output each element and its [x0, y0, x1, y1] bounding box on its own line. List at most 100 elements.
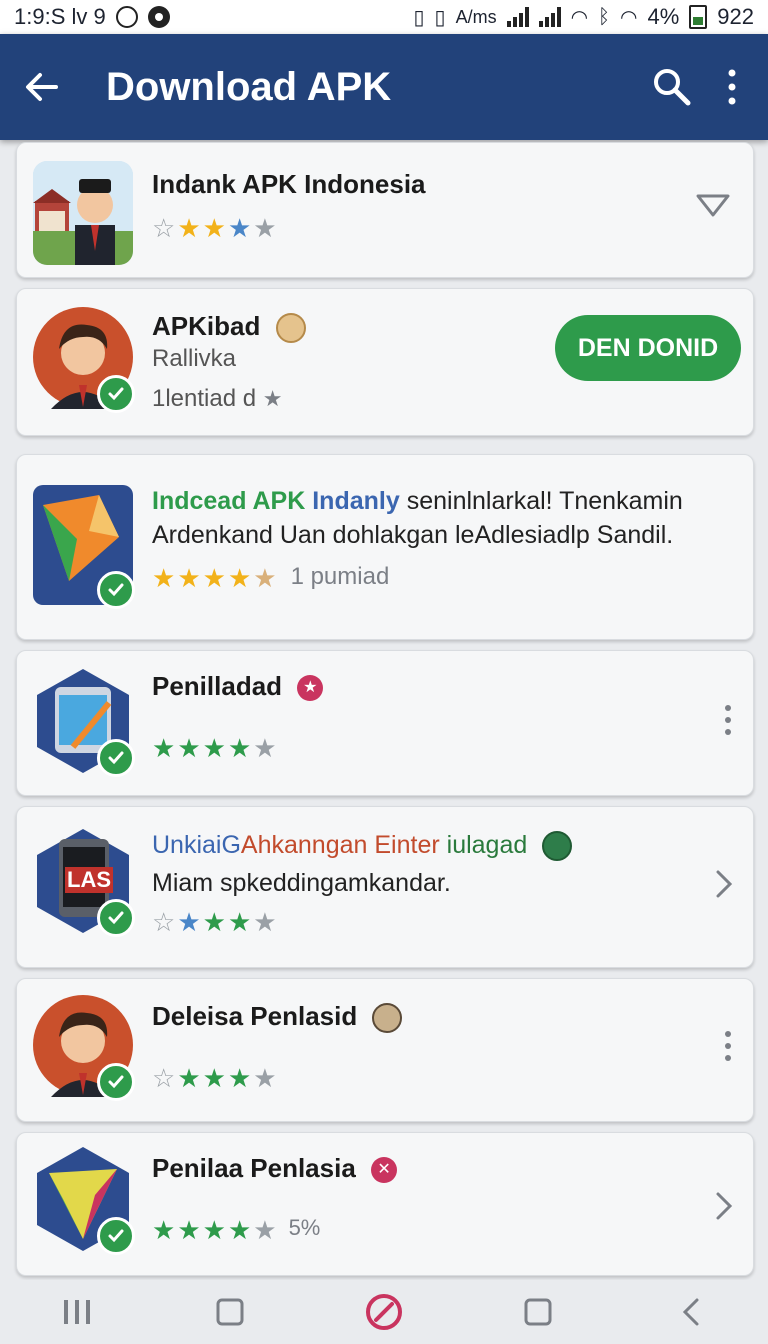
download-button[interactable]: DEN DONID: [555, 315, 741, 381]
person-icon: [33, 161, 133, 265]
app-icon: [33, 485, 135, 609]
star-icon: ★: [177, 733, 201, 763]
back-arrow-icon: [26, 73, 58, 101]
app-card[interactable]: APKibad Rallivka 1lentiad d ★ DEN DONID: [16, 288, 754, 436]
app-title-text: Penilaa Penlasia: [152, 1153, 356, 1183]
app-meta-text: 1lentiad d: [152, 385, 257, 412]
expand-button[interactable]: [695, 193, 731, 224]
app-title-rest: seninlnlarkal! Tnenkamin: [406, 487, 683, 515]
star-half-icon: ★: [253, 563, 277, 593]
app-title-part: Ahkanngan Einter: [240, 831, 440, 859]
app-title-text: Penilladad: [152, 671, 283, 701]
app-card[interactable]: LAS UnkiaiGAhkanngan Einter iulagad Miam…: [16, 806, 754, 968]
app-bar: Download APK: [0, 34, 768, 140]
app-icon: [33, 669, 135, 777]
app-card[interactable]: Penilaa Penlasia ✕ ★ ★ ★ ★ ★ 5%: [16, 1132, 754, 1276]
rating-stars: ★ ★ ★ ★ ★ 5%: [152, 1215, 320, 1245]
app-title: UnkiaiGAhkanngan Einter iulagad: [152, 831, 573, 862]
app-title: Deleisa Penlasid: [152, 1001, 403, 1034]
star-icon: ★: [227, 907, 252, 937]
star-icon: ★: [177, 213, 201, 243]
app-card[interactable]: Indank APK Indonesia ☆ ★ ★ ★ ★: [16, 142, 754, 278]
verified-check-icon: [97, 1063, 135, 1101]
signal-icon: [506, 7, 529, 27]
star-icon: ★: [262, 386, 283, 411]
profile-icon: [372, 1003, 403, 1034]
record-icon: [147, 6, 170, 28]
assistant-button[interactable]: [354, 1282, 414, 1342]
assistant-icon: [365, 1294, 402, 1330]
star-icon: ★: [152, 563, 176, 593]
app-title-part: iulagad: [446, 831, 528, 859]
star-icon: ★: [202, 1063, 226, 1093]
rating-stars: ☆ ★ ★ ★ ★: [152, 1065, 277, 1091]
back-button[interactable]: [2, 34, 82, 140]
app-title: Indank APK Indonesia: [152, 169, 426, 199]
star-icon: ★: [253, 733, 277, 763]
star-icon: ★: [177, 1063, 201, 1093]
star-icon: ★: [253, 907, 277, 937]
page-title: Download APK: [106, 64, 392, 109]
app-title: Penilaa Penlasia ✕: [152, 1153, 398, 1184]
wifi-2-icon: ◠: [620, 6, 638, 29]
app-card[interactable]: Indcead APK Indanly seninlnlarkal! Tnenk…: [16, 454, 754, 640]
star-icon: ★: [227, 563, 252, 593]
star-badge-icon: ★: [297, 675, 324, 702]
search-button[interactable]: [640, 47, 704, 127]
chevron-right-icon: [716, 870, 733, 898]
star-icon: ★: [253, 1215, 277, 1245]
signal-2-icon: [538, 7, 561, 27]
app-icon: [33, 161, 133, 265]
status-bar: 1:9:S lv 9 ▯ ▯ A/ms ◠ ᛒ ◠ 4% 922: [0, 0, 768, 34]
more-button[interactable]: [725, 705, 731, 735]
home-square-icon: [216, 1298, 244, 1326]
app-icon: [33, 1147, 135, 1255]
verified-check-icon: [97, 375, 135, 413]
star-icon: ★: [152, 733, 176, 763]
open-button[interactable]: [715, 1191, 733, 1226]
app-icon: [33, 305, 135, 413]
star-icon: ★: [177, 1215, 201, 1245]
verified-check-icon: [97, 899, 135, 937]
app-subtitle: Miam spkeddingamkandar.: [152, 869, 451, 897]
status-time: 922: [717, 4, 754, 29]
overview-button[interactable]: [508, 1282, 568, 1342]
star-icon: ★: [202, 213, 226, 243]
app-title: Penilladad ★: [152, 671, 324, 702]
home-button[interactable]: [200, 1282, 260, 1342]
star-icon: ☆: [152, 213, 176, 243]
star-icon: ★: [227, 1063, 252, 1093]
more-button[interactable]: [725, 1031, 731, 1061]
status-right: ▯ ▯ A/ms ◠ ᛒ ◠ 4% 922: [414, 4, 754, 30]
star-icon: ★: [177, 563, 201, 593]
search-icon: [654, 69, 691, 106]
sim-icon: ▯: [434, 6, 446, 29]
star-icon: ☆: [152, 1063, 176, 1093]
star-icon: ★: [227, 213, 252, 243]
recent-apps-icon: [63, 1300, 90, 1324]
open-button[interactable]: [715, 869, 733, 904]
recent-apps-button[interactable]: [47, 1282, 107, 1342]
system-nav-bar: [0, 1280, 768, 1344]
kebab-icon: [725, 705, 731, 711]
overview-square-icon: [524, 1298, 552, 1326]
star-icon: ★: [202, 563, 226, 593]
star-icon: ★: [227, 733, 252, 763]
app-title-highlight: Indcead APK: [152, 487, 306, 515]
app-icon-label: LAS: [65, 867, 113, 893]
app-meta: 1 pumiad: [290, 563, 390, 590]
app-title: APKibad: [152, 311, 306, 344]
star-icon: ☆: [152, 907, 176, 937]
verified-check-icon: [97, 739, 135, 777]
app-card[interactable]: Deleisa Penlasid ☆ ★ ★ ★ ★: [16, 978, 754, 1122]
nav-back-button[interactable]: [661, 1282, 721, 1342]
verified-check-icon: [97, 1217, 135, 1255]
profile-icon: [542, 831, 573, 862]
star-icon: ★: [177, 907, 201, 937]
star-icon: ★: [152, 1215, 176, 1245]
app-description: Ardenkand Uan dohlakgan leAdlesiadlp San…: [152, 521, 674, 549]
app-card[interactable]: Penilladad ★ ★ ★ ★ ★ ★: [16, 650, 754, 796]
more-options-button[interactable]: [704, 47, 760, 127]
app-title-highlight-2: Indanly: [312, 487, 400, 515]
rating-stars: ★ ★ ★ ★ ★: [152, 735, 277, 761]
